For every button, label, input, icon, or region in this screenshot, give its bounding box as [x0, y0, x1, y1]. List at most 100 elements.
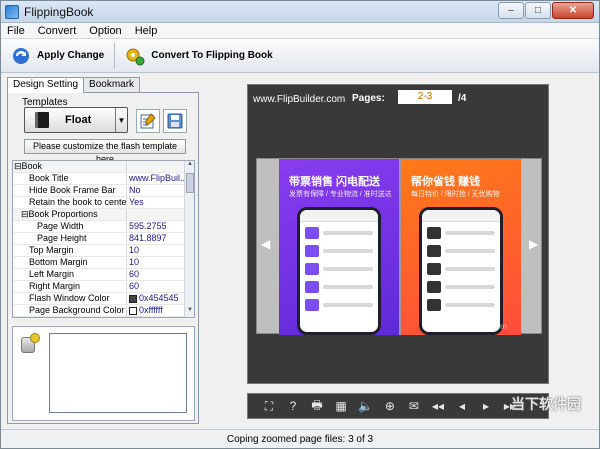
prev-page-arrow-icon[interactable]: ◀	[261, 237, 270, 251]
template-preview	[49, 333, 187, 413]
property-value[interactable]: Yes	[127, 197, 185, 208]
property-value[interactable]: 60	[127, 269, 185, 280]
watermark: 当下软件园	[323, 321, 363, 330]
right-page[interactable]: 帮你省钱 赚钱 每日特价 / 限时抢 / 无忧购物 www.downxia.co…	[401, 159, 521, 335]
template-selector[interactable]: Float ▼	[24, 107, 128, 133]
property-value-text: 60	[129, 281, 140, 291]
app-icon	[5, 5, 19, 19]
left-page[interactable]: 带票销售 闪电配送 发票有保障 / 专业物流 / 准时送达 当下软件园	[279, 159, 399, 335]
property-row[interactable]: Flash Window Color 0x454545	[13, 293, 185, 305]
property-value[interactable]: 10	[127, 257, 185, 268]
email-icon[interactable]: ✉	[407, 399, 421, 413]
tab-design-setting[interactable]: Design Setting	[7, 77, 85, 93]
total-pages: /4	[458, 93, 467, 104]
thumbnails-icon[interactable]: ▦	[334, 399, 348, 413]
app-window: FlippingBook – □ ✕ File Convert Option H…	[0, 0, 600, 449]
property-scrollbar[interactable]: ▲ ▼	[184, 161, 194, 317]
property-row[interactable]: Page Width 595.2755	[13, 221, 185, 233]
property-name: Retain the book to center	[13, 197, 127, 208]
right-page-title: 帮你省钱 赚钱	[411, 176, 481, 188]
book-spread[interactable]: ◀ 带票销售 闪电配送 发票有保障 / 专业物流 / 准时送达 当下软件园 帮你…	[256, 158, 542, 335]
refresh-icon	[13, 47, 29, 64]
next-page-arrow-icon[interactable]: ▶	[529, 237, 538, 251]
site-link[interactable]: www.FlipBuilder.com	[253, 94, 345, 105]
property-value[interactable]: 0x454545	[127, 293, 185, 304]
corner-watermark: 当下软件园	[511, 396, 581, 412]
right-page-subtitle: 每日特价 / 限时抢 / 无忧购物	[411, 191, 500, 198]
zoom-in-icon[interactable]: ⊕	[383, 399, 397, 413]
property-row[interactable]: Page Background Color 0xffffff	[13, 305, 185, 317]
property-row[interactable]: Book Title www.FlipBuil...	[13, 173, 185, 185]
apply-change-button[interactable]: Apply Change	[1, 41, 114, 71]
property-row[interactable]: Bottom Margin 10	[13, 257, 185, 269]
title-bar[interactable]: FlippingBook – □ ✕	[1, 1, 599, 23]
close-button[interactable]: ✕	[552, 2, 594, 19]
dropdown-arrow-icon[interactable]: ▼	[115, 108, 127, 132]
property-row[interactable]: Retain the book to center Yes	[13, 197, 185, 209]
design-setting-panel: Templates Float ▼ Please customize the f…	[7, 92, 199, 424]
maximize-button[interactable]: □	[525, 2, 551, 19]
first-page-icon[interactable]: ◂◂	[431, 399, 445, 413]
property-name: Bottom Margin	[13, 257, 127, 268]
sound-icon[interactable]: 🔈	[358, 399, 373, 413]
menu-convert[interactable]: Convert	[38, 25, 77, 37]
property-row[interactable]: Page Height 841.8897	[13, 233, 185, 245]
color-swatch[interactable]	[129, 294, 137, 303]
watermark: www.downxia.com	[441, 322, 507, 331]
property-row[interactable]: Hide Book Frame Bar No	[13, 185, 185, 197]
property-value[interactable]: 0xffffff	[127, 305, 185, 316]
menu-file[interactable]: File	[7, 25, 25, 37]
template-name: Float	[65, 114, 92, 126]
property-value[interactable]: 595.2755	[127, 221, 185, 232]
prev-page-icon[interactable]: ◂	[455, 399, 469, 413]
book-icon	[35, 112, 49, 128]
property-name: ⊟Book Proportions	[13, 209, 127, 220]
property-name: Page Background Color	[13, 305, 127, 316]
viewer-toolbar: ⛶ ? 🖶 ▦ 🔈 ⊕ ✉ ◂◂ ◂ ▸ ▸▸	[247, 393, 549, 419]
apply-change-label: Apply Change	[37, 50, 105, 61]
property-value-text: 60	[129, 269, 140, 279]
property-row[interactable]: ⊟Book Proportions	[13, 209, 185, 221]
minimize-button[interactable]: –	[498, 2, 524, 19]
property-value-text: 0x454545	[139, 293, 179, 303]
property-grid[interactable]: ⊟Book Book Title www.FlipBuil... Hide Book …	[12, 160, 195, 318]
property-value[interactable]: 60	[127, 281, 185, 292]
property-value-text: 10	[129, 245, 140, 255]
tab-bookmark[interactable]: Bookmark	[83, 77, 141, 92]
main-toolbar: Apply Change Convert To Flipping Book	[1, 38, 599, 73]
property-value-text: 841.8897	[129, 233, 167, 243]
property-value[interactable]	[127, 209, 185, 220]
save-template-icon[interactable]	[163, 109, 187, 133]
property-row[interactable]: ⊟Book	[13, 161, 185, 173]
status-text: Coping zoomed page files: 3 of 3	[226, 434, 374, 445]
property-value-text: No	[129, 185, 141, 195]
property-name: Top Margin	[13, 245, 127, 256]
customize-template-button[interactable]: Please customize the flash template here	[24, 139, 186, 164]
edit-template-icon[interactable]	[136, 109, 160, 133]
property-value[interactable]	[127, 161, 185, 172]
color-swatch[interactable]	[129, 306, 137, 315]
next-page-icon[interactable]: ▸	[479, 399, 493, 413]
checkmark-icon	[30, 333, 40, 343]
property-name: ⊟Book	[13, 161, 127, 172]
convert-gear-icon	[126, 48, 145, 65]
menu-option[interactable]: Option	[89, 25, 121, 37]
phone-mockup	[419, 207, 503, 335]
left-page-title: 带票销售 闪电配送	[289, 176, 381, 188]
print-icon[interactable]: 🖶	[310, 396, 324, 417]
convert-button[interactable]: Convert To Flipping Book	[115, 41, 282, 71]
property-row[interactable]: Left Margin 60	[13, 269, 185, 281]
property-name: Book Title	[13, 173, 127, 184]
help-icon[interactable]: ?	[286, 399, 300, 413]
left-panel: Design Setting Bookmark Templates Float …	[7, 77, 199, 424]
property-row[interactable]: Right Margin 60	[13, 281, 185, 293]
page-number-input[interactable]: 2-3	[398, 90, 452, 104]
property-value[interactable]: 10	[127, 245, 185, 256]
property-value[interactable]: 841.8897	[127, 233, 185, 244]
property-name: Page Height	[13, 233, 127, 244]
property-value[interactable]: www.FlipBuil...	[127, 173, 185, 184]
property-value[interactable]: No	[127, 185, 185, 196]
fullscreen-icon[interactable]: ⛶	[262, 399, 276, 414]
property-row[interactable]: Top Margin 10	[13, 245, 185, 257]
menu-help[interactable]: Help	[135, 25, 158, 37]
